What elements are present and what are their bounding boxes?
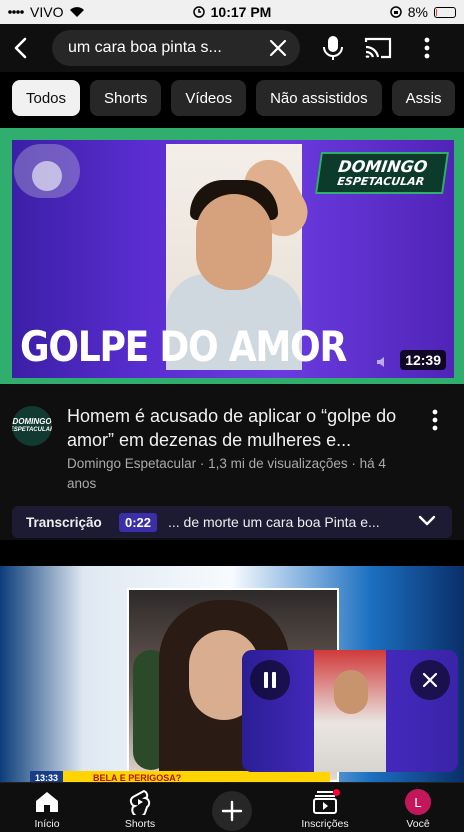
miniplayer-close-button[interactable] bbox=[410, 660, 450, 700]
nav-inicio[interactable]: Início bbox=[7, 789, 87, 832]
video-result-card[interactable]: DOMINGO ESPETACULAR GOLPE DO AMOR 12:39 … bbox=[0, 128, 464, 540]
pause-button[interactable] bbox=[250, 660, 290, 700]
search-header: um cara boa pinta s... bbox=[0, 24, 464, 72]
news-ticker: 13:33 BELA E PERIGOSA? bbox=[30, 771, 330, 782]
ticker-caption: BELA E PERIGOSA? bbox=[93, 773, 182, 782]
notification-dot bbox=[333, 789, 340, 796]
video-thumbnail[interactable]: DOMINGO ESPETACULAR GOLPE DO AMOR 12:39 bbox=[12, 140, 454, 378]
nav-label-inicio: Início bbox=[34, 818, 60, 830]
cast-icon[interactable] bbox=[364, 36, 392, 60]
chip-videos[interactable]: Vídeos bbox=[171, 80, 247, 116]
chevron-down-icon[interactable] bbox=[418, 514, 436, 528]
chip-shorts[interactable]: Shorts bbox=[90, 80, 162, 116]
back-arrow-icon[interactable] bbox=[8, 34, 36, 62]
channel-logo: DOMINGO ESPETACULAR bbox=[315, 152, 449, 194]
chip-todos[interactable]: Todos bbox=[12, 80, 81, 116]
nav-shorts[interactable]: Shorts bbox=[100, 789, 180, 832]
status-bar: VIVO 10:17 PM 8% bbox=[0, 0, 464, 24]
search-input[interactable]: um cara boa pinta s... bbox=[52, 30, 300, 66]
pause-icon bbox=[264, 672, 276, 688]
create-button[interactable] bbox=[212, 791, 252, 831]
chip-assistidos[interactable]: Assis bbox=[391, 80, 456, 116]
close-icon bbox=[422, 672, 438, 688]
logo-text-1: DOMINGO bbox=[337, 156, 429, 176]
miniplayer-face bbox=[334, 670, 368, 714]
nav-inscricoes[interactable]: Inscrições bbox=[285, 789, 365, 832]
lock-rotation-icon bbox=[390, 6, 402, 18]
search-query[interactable]: um cara boa pinta s... bbox=[68, 39, 248, 57]
filter-chips: Todos Shorts Vídeos Não assistidos Assis bbox=[12, 80, 464, 120]
transcript-snippet[interactable]: Transcrição 0:22 ... de morte um cara bo… bbox=[12, 506, 452, 538]
shorts-icon bbox=[127, 789, 153, 815]
duration-badge: 12:39 bbox=[400, 350, 446, 370]
transcript-text: ... de morte um cara boa Pinta e... bbox=[168, 514, 380, 530]
battery-percent: 8% bbox=[407, 4, 428, 20]
more-vert-icon[interactable] bbox=[420, 36, 434, 60]
status-right: 8% bbox=[390, 4, 456, 20]
touch-indicator bbox=[14, 144, 80, 198]
avatar: L bbox=[405, 789, 431, 815]
photo-face bbox=[196, 194, 272, 290]
subscriptions-icon bbox=[312, 789, 340, 815]
nav-voce[interactable]: L Você bbox=[378, 789, 458, 832]
video-meta: Domingo Espetacular · 1,3 mi de visualiz… bbox=[67, 456, 386, 491]
mic-icon[interactable] bbox=[322, 34, 344, 62]
avatar-text-1: DOMINGO bbox=[12, 417, 52, 426]
volume-icon bbox=[377, 357, 384, 367]
transcript-timestamp[interactable]: 0:22 bbox=[119, 512, 158, 532]
transcript-label: Transcrição bbox=[26, 514, 102, 530]
logo-text-2: ESPETACULAR bbox=[336, 174, 426, 188]
chip-nao-assistidos[interactable]: Não assistidos bbox=[256, 80, 382, 116]
clock-text: 10:17 PM bbox=[210, 4, 272, 20]
avatar-text-2: ESPETACULAR bbox=[12, 427, 52, 433]
battery-icon bbox=[434, 6, 456, 18]
nav-label-shorts: Shorts bbox=[124, 818, 156, 830]
channel-avatar[interactable]: DOMINGO ESPETACULAR bbox=[12, 406, 52, 446]
nav-label-inscricoes: Inscrições bbox=[301, 818, 349, 830]
clear-icon[interactable] bbox=[268, 38, 288, 58]
touch-dot bbox=[32, 161, 62, 191]
home-icon bbox=[34, 789, 60, 815]
thumbnail-title: GOLPE DO AMOR bbox=[20, 322, 347, 371]
nav-label-voce: Você bbox=[406, 818, 430, 830]
video-title[interactable]: Homem é acusado de aplicar o “golpe do a… bbox=[67, 404, 407, 452]
add-icon bbox=[221, 800, 243, 822]
ticker-time: 13:33 bbox=[30, 771, 64, 782]
miniplayer[interactable] bbox=[242, 650, 458, 772]
alarm-icon bbox=[192, 6, 205, 18]
miniplayer-video[interactable] bbox=[314, 650, 386, 772]
video-more-icon[interactable] bbox=[428, 408, 442, 432]
bottom-navigation: Início Shorts Inscrições L Você bbox=[0, 782, 464, 832]
